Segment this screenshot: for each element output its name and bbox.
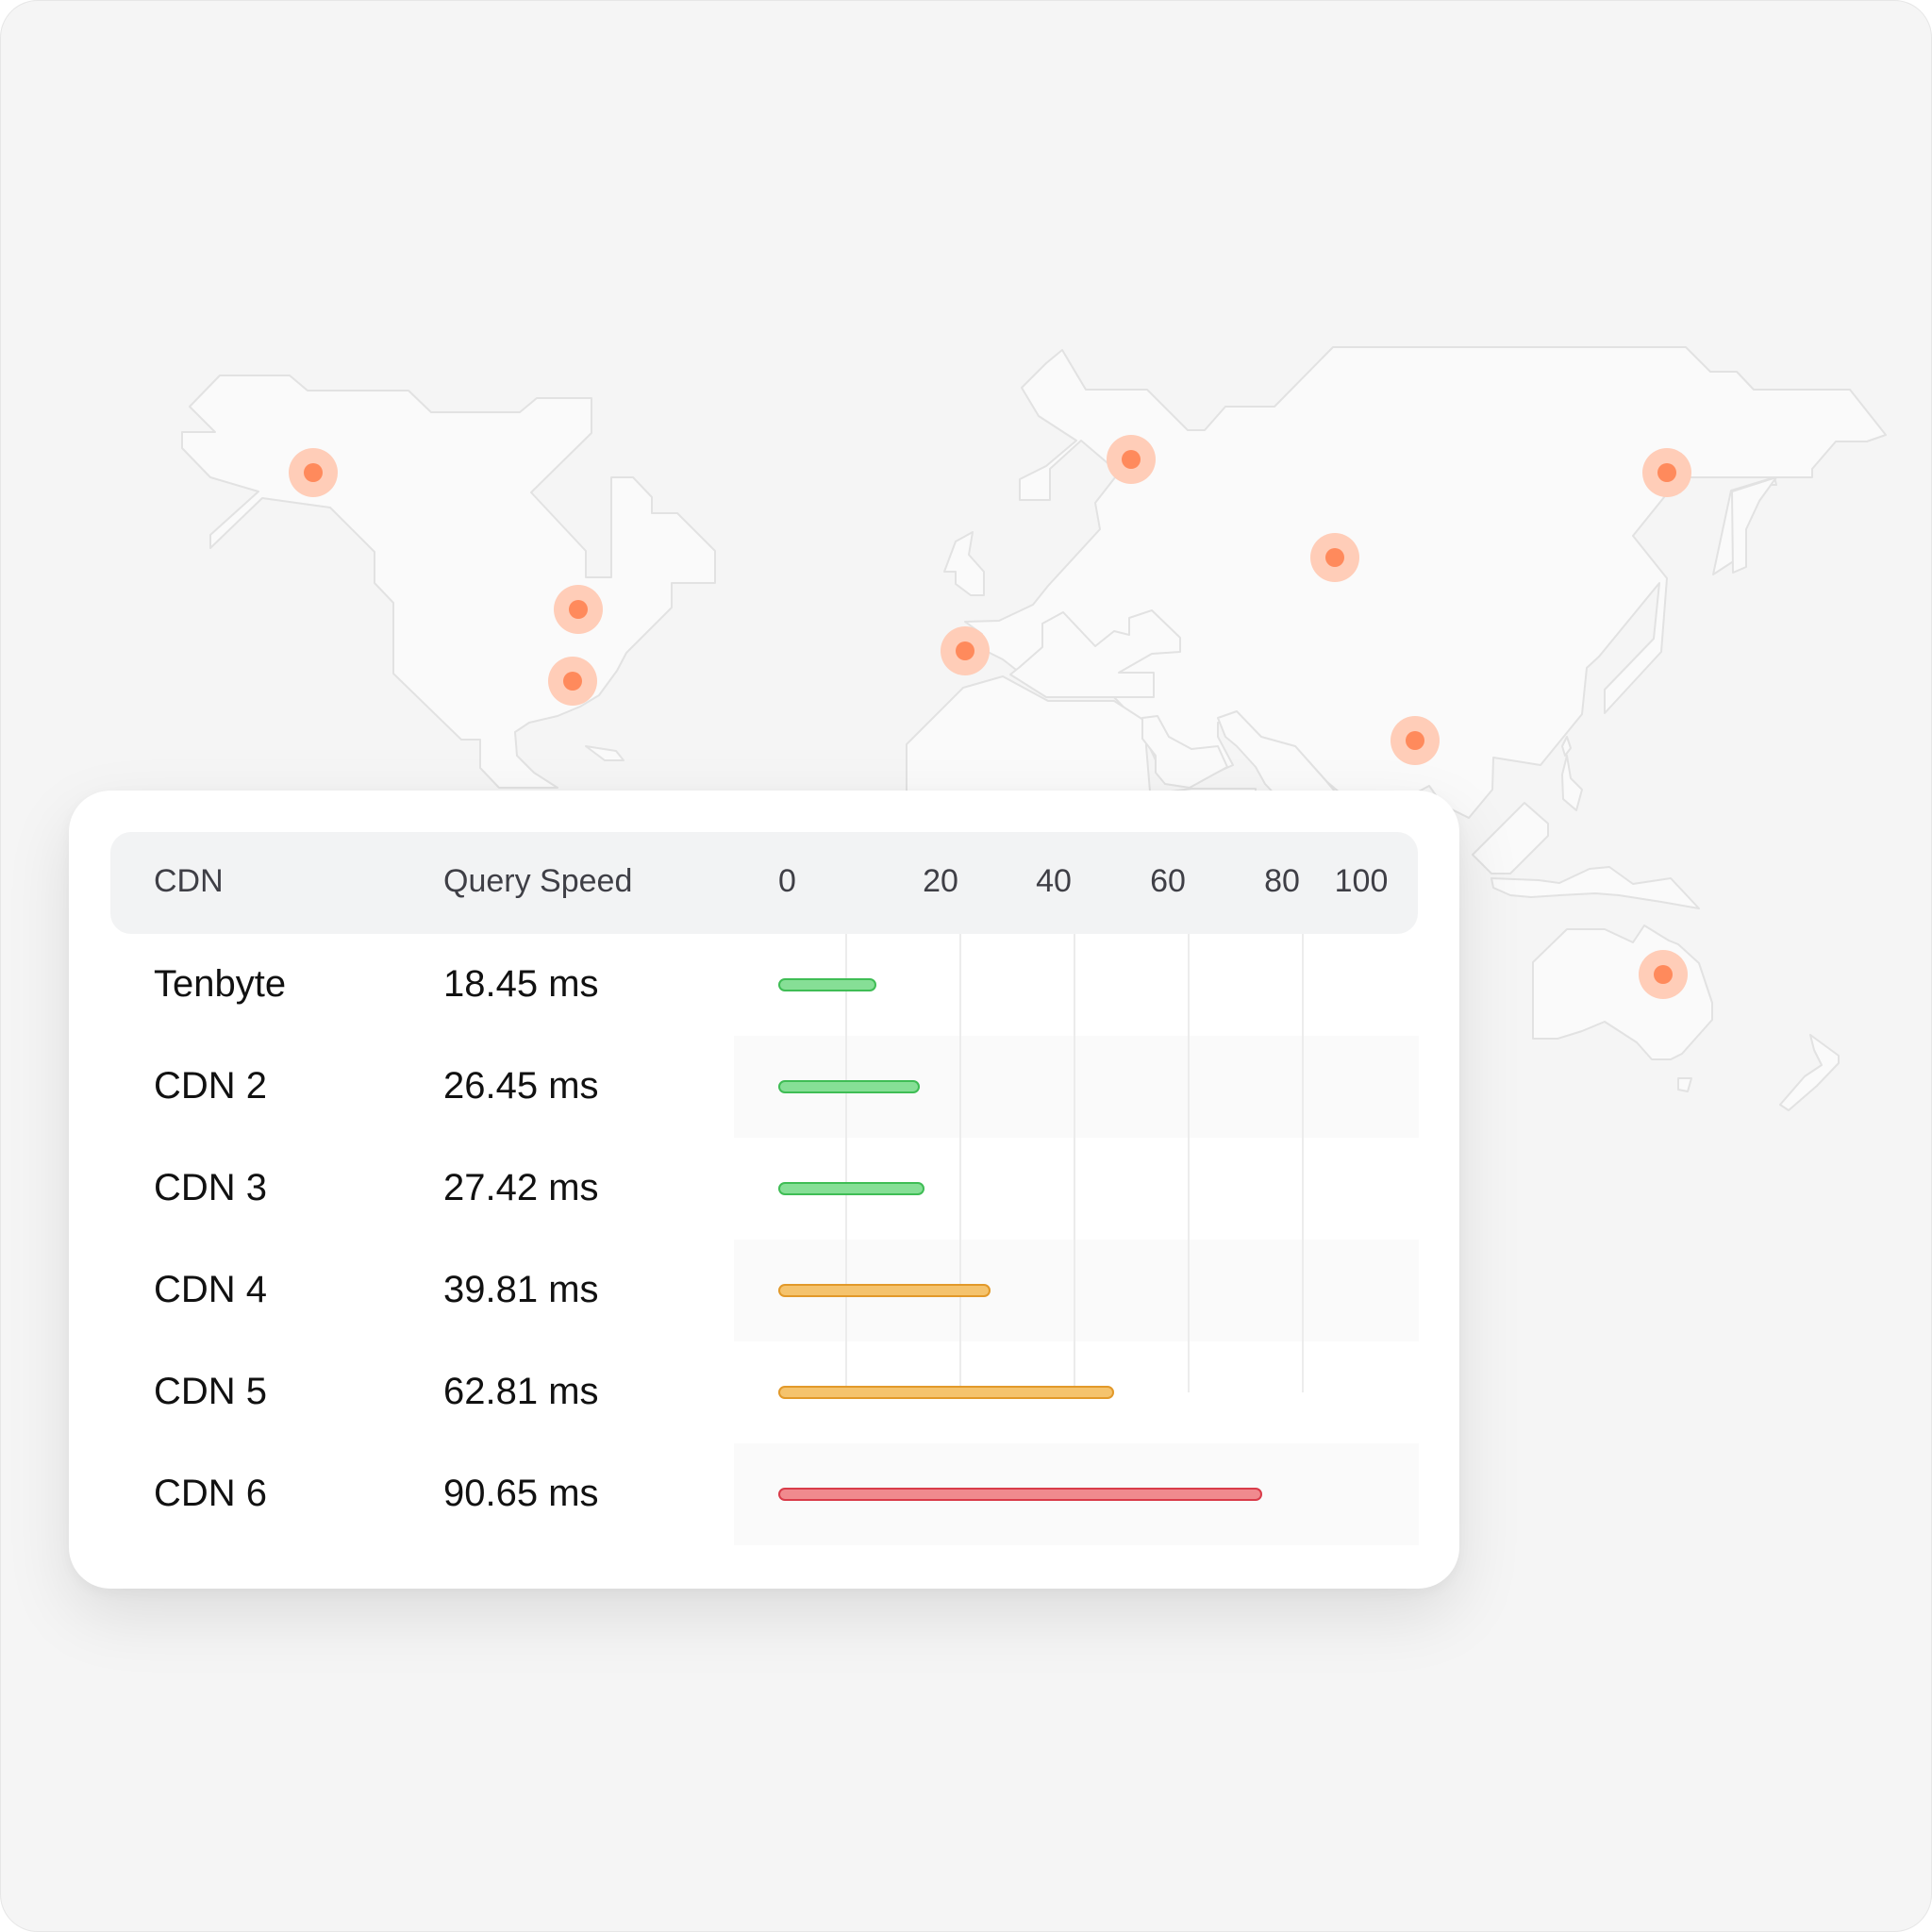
marker-dot-icon[interactable] <box>554 585 603 634</box>
speed-bar <box>778 1080 920 1093</box>
table-header <box>110 832 1418 934</box>
column-header-cdn: CDN <box>154 863 224 899</box>
speed-bar <box>778 978 876 991</box>
cdn-name: Tenbyte <box>154 963 287 1005</box>
query-speed-value: 90.65 ms <box>443 1473 599 1514</box>
axis-tick-label: 100 <box>1334 863 1389 899</box>
axis-tick-label: 60 <box>1150 863 1186 899</box>
query-speed-value: 39.81 ms <box>443 1269 599 1310</box>
cdn-name: CDN 3 <box>154 1167 268 1208</box>
canvas: CDN Query Speed 0 20 40 60 80 100 Tenbyte 18.4… <box>0 0 1932 1932</box>
marker-dot-icon[interactable] <box>548 657 597 706</box>
marker-dot-icon[interactable] <box>1310 533 1359 582</box>
axis-tick-label: 80 <box>1264 863 1300 899</box>
cdn-name: CDN 5 <box>154 1371 268 1412</box>
marker-dot-icon[interactable] <box>941 626 990 675</box>
query-speed-value: 62.81 ms <box>443 1371 599 1412</box>
marker-dot-icon[interactable] <box>1642 448 1691 497</box>
query-speed-value: 18.45 ms <box>443 963 599 1005</box>
tasmania-shape <box>1677 1077 1692 1092</box>
philippines-shape <box>1561 755 1583 811</box>
speed-bar <box>778 1284 991 1297</box>
taiwan-shape <box>1561 736 1572 757</box>
axis-tick-label: 0 <box>778 863 796 899</box>
gridline <box>1302 934 1304 1392</box>
marker-dot-icon[interactable] <box>289 448 338 497</box>
marker-dot-icon[interactable] <box>1391 716 1440 765</box>
marker-dot-icon[interactable] <box>1639 950 1688 999</box>
axis-tick-label: 20 <box>923 863 958 899</box>
british-isles-shape <box>943 531 985 596</box>
column-header-query-speed: Query Speed <box>443 863 633 899</box>
cdn-speed-table: CDN Query Speed 0 20 40 60 80 100 Tenbyte 18.4… <box>69 791 1459 1589</box>
new-zealand-shape <box>1779 1034 1840 1111</box>
marker-dot-icon[interactable] <box>1107 435 1156 484</box>
query-speed-value: 26.45 ms <box>443 1065 599 1107</box>
gridline <box>845 934 847 1392</box>
query-speed-value: 27.42 ms <box>443 1167 599 1208</box>
caribbean-shape <box>585 745 625 761</box>
australia-shape <box>1532 924 1713 1060</box>
speed-bar <box>778 1386 1114 1399</box>
cdn-name: CDN 2 <box>154 1065 268 1107</box>
axis-tick-label: 40 <box>1036 863 1072 899</box>
japan-shape <box>1731 476 1777 574</box>
southeast-asia-shape <box>1472 802 1549 874</box>
speed-bar <box>778 1488 1262 1501</box>
gridline <box>1074 934 1075 1392</box>
gridline <box>959 934 961 1392</box>
indonesia-shape <box>1491 866 1700 909</box>
cdn-name: CDN 4 <box>154 1269 268 1310</box>
speed-bar <box>778 1182 924 1195</box>
north-america-shape <box>181 375 716 789</box>
cdn-name: CDN 6 <box>154 1473 268 1514</box>
gridline <box>1188 934 1190 1392</box>
